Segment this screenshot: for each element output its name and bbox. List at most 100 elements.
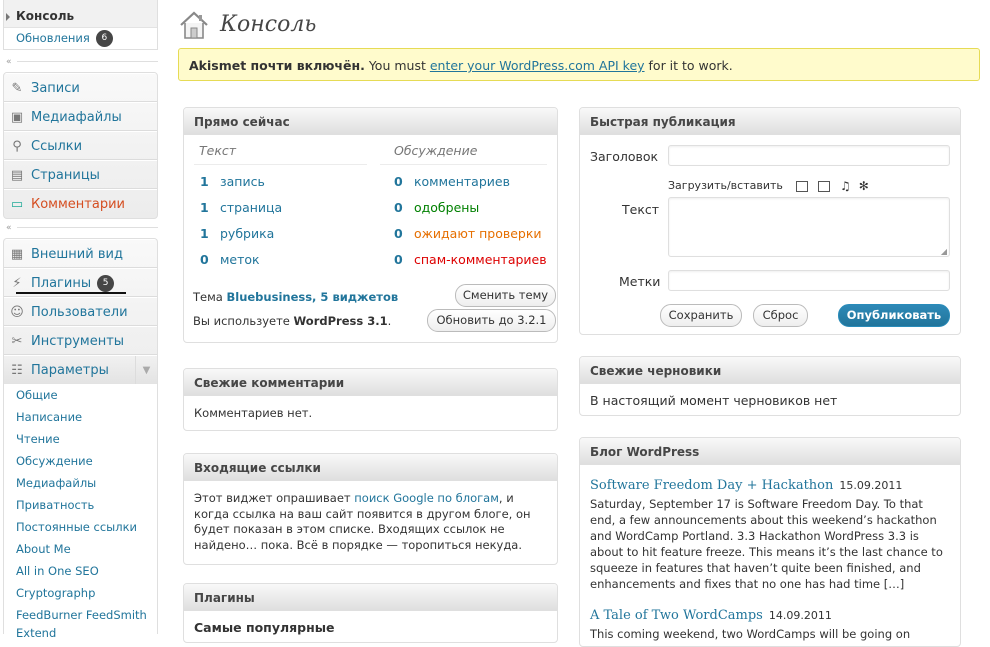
- plugins-count-badge: 5: [97, 275, 115, 292]
- audio-upload-icon[interactable]: ♫: [840, 179, 851, 193]
- plugins-icon: ⚡: [12, 276, 22, 291]
- pages-icon: ▤: [10, 168, 24, 183]
- api-key-link[interactable]: enter your WordPress.com API key: [430, 58, 645, 73]
- submenu-item-privacy[interactable]: Приватность: [4, 494, 157, 516]
- submenu-item-feedburner[interactable]: FeedBurner FeedSmith: [4, 604, 157, 626]
- submenu-item-permalinks[interactable]: Постоянные ссылки: [4, 516, 157, 538]
- widget-title[interactable]: Блог WordPress: [580, 438, 960, 465]
- change-theme-button[interactable]: Сменить тему: [455, 284, 556, 307]
- google-blog-search-link[interactable]: поиск Google по блогам: [354, 491, 499, 505]
- video-upload-icon[interactable]: [818, 181, 830, 192]
- hand-drawn-underline: [16, 292, 126, 294]
- tags-label: Метки: [619, 274, 661, 289]
- comments-icon: ▭: [10, 197, 24, 212]
- settings-submenu: Общие Написание Чтение Обсуждение Медиаф…: [3, 384, 158, 640]
- save-draft-button[interactable]: Сохранить: [660, 304, 742, 327]
- blog-post-summary: This coming weekend, two WordCamps will …: [590, 627, 911, 641]
- dashboard-submenu: Консоль Обновления 6: [3, 0, 158, 50]
- publish-button[interactable]: Опубликовать: [838, 304, 950, 327]
- widget-title[interactable]: Быстрая публикация: [580, 108, 960, 135]
- incoming-links-text: Этот виджет опрашивает поиск Google по б…: [194, 491, 531, 552]
- title-label: Заголовок: [590, 149, 659, 164]
- links-icon: ⚲: [12, 139, 22, 154]
- menu-group-content: ✎ Записи ▣ Медиафайлы ⚲ Ссылки ▤ Страницы ▭ К…: [3, 72, 158, 219]
- update-button[interactable]: Обновить до 3.2.1: [427, 309, 556, 332]
- widget-title[interactable]: Свежие комментарии: [184, 369, 557, 396]
- submenu-item-media[interactable]: Медиафайлы: [4, 472, 157, 494]
- widget-title[interactable]: Свежие черновики: [580, 357, 960, 384]
- blog-post-summary: Saturday, September 17 is Software Freed…: [590, 497, 943, 591]
- submenu-item-extend[interactable]: Extend: [4, 626, 157, 640]
- stat-pending[interactable]: 0 ожидают проверки: [394, 226, 542, 241]
- chevron-down-icon[interactable]: ▼: [135, 356, 157, 385]
- menu-item-tools[interactable]: ✂ Инструменты: [4, 326, 157, 355]
- page-title: Консоль: [220, 12, 317, 37]
- stat-spam[interactable]: 0 спам-комментариев: [394, 252, 547, 267]
- settings-icon: ☷: [11, 363, 23, 378]
- no-drafts-text: В настоящий момент черновиков нет: [590, 393, 838, 408]
- stat-comments[interactable]: 0 комментариев: [394, 174, 510, 189]
- widget-wordpress-blog: Блог WordPress Software Freedom Day + Ha…: [579, 437, 961, 647]
- menu-item-appearance[interactable]: ▦ Внешний вид: [4, 239, 157, 268]
- reset-button[interactable]: Сброс: [753, 304, 808, 327]
- media-buttons: ♫ ✻: [796, 179, 869, 193]
- image-upload-icon[interactable]: [796, 181, 808, 192]
- menu-item-pages[interactable]: ▤ Страницы: [4, 160, 157, 189]
- widget-recent-drafts: Свежие черновики В настоящий момент черн…: [579, 356, 961, 416]
- menu-item-settings[interactable]: ☷ Параметры ▼: [4, 355, 157, 385]
- submenu-item-all-in-one-seo[interactable]: All in One SEO: [4, 560, 157, 582]
- main-content: Консоль Akismet почти включён. You must …: [176, 0, 990, 647]
- submenu-item-about-me[interactable]: About Me: [4, 538, 157, 560]
- menu-item-links[interactable]: ⚲ Ссылки: [4, 131, 157, 160]
- stat-tags[interactable]: 0 меток: [200, 252, 260, 267]
- updates-link[interactable]: Обновления: [16, 31, 90, 45]
- tags-input[interactable]: [668, 270, 950, 291]
- submenu-item-discussion[interactable]: Обсуждение: [4, 450, 157, 472]
- akismet-notice: Akismet почти включён. You must enter yo…: [178, 48, 980, 81]
- home-icon: [180, 11, 208, 39]
- menu-separator[interactable]: «: [3, 57, 158, 67]
- upload-insert-label: Загрузить/вставить: [668, 179, 783, 192]
- no-comments-text: Комментариев нет.: [194, 406, 313, 420]
- submenu-item-writing[interactable]: Написание: [4, 406, 157, 428]
- menu-item-console[interactable]: Консоль: [4, 0, 157, 28]
- appearance-icon: ▦: [10, 247, 24, 262]
- menu-item-updates[interactable]: Обновления 6: [4, 28, 157, 50]
- text-area[interactable]: ◢: [668, 197, 950, 257]
- submenu-item-general[interactable]: Общие: [4, 384, 157, 406]
- menu-separator[interactable]: «: [3, 223, 158, 233]
- users-icon: ☺: [10, 305, 24, 320]
- discussion-column-header: Обсуждение: [394, 143, 478, 158]
- pin-icon: ✎: [11, 81, 23, 96]
- stat-pages[interactable]: 1 страница: [200, 200, 282, 215]
- stat-posts[interactable]: 1 запись: [200, 174, 265, 189]
- theme-info: Тема Bluebusiness, 5 виджетов: [193, 290, 399, 304]
- blog-post-date: 15.09.2011: [839, 479, 903, 492]
- submenu-item-cryptographp[interactable]: Cryptographp: [4, 582, 157, 604]
- widget-title[interactable]: Входящие ссылки: [184, 454, 557, 481]
- widget-quick-press: Быстрая публикация Заголовок Загрузить/в…: [579, 107, 961, 335]
- stat-categories[interactable]: 1 рубрика: [200, 226, 274, 241]
- submenu-item-reading[interactable]: Чтение: [4, 428, 157, 450]
- blog-post-title[interactable]: A Tale of Two WordCamps 14.09.2011: [590, 608, 832, 623]
- menu-item-users[interactable]: ☺ Пользователи: [4, 297, 157, 326]
- widget-plugins: Плагины Самые популярные: [183, 583, 558, 643]
- widget-title[interactable]: Прямо сейчас: [184, 108, 557, 135]
- widget-recent-comments: Свежие комментарии Комментариев нет.: [183, 368, 558, 431]
- menu-item-posts[interactable]: ✎ Записи: [4, 73, 157, 102]
- menu-item-media[interactable]: ▣ Медиафайлы: [4, 102, 157, 131]
- menu-item-comments[interactable]: ▭ Комментарии: [4, 189, 157, 218]
- media-upload-icon[interactable]: ✻: [859, 179, 869, 193]
- title-input[interactable]: [668, 145, 950, 166]
- widget-title[interactable]: Плагины: [184, 584, 557, 611]
- widget-incoming-links: Входящие ссылки Этот виджет опрашивает п…: [183, 453, 558, 565]
- notice-bold-text: Akismet почти включён.: [189, 58, 365, 73]
- most-popular-heading: Самые популярные: [194, 620, 335, 635]
- theme-link[interactable]: Bluebusiness, 5 виджетов: [226, 290, 398, 304]
- content-column-header: Текст: [199, 143, 237, 158]
- stat-approved[interactable]: 0 одобрены: [394, 200, 479, 215]
- text-label: Текст: [622, 202, 660, 217]
- updates-count-badge: 6: [95, 30, 113, 47]
- widget-right-now: Прямо сейчас Текст Обсуждение 1 запись 1…: [183, 107, 558, 343]
- blog-post-title[interactable]: Software Freedom Day + Hackathon 15.09.20…: [590, 478, 902, 493]
